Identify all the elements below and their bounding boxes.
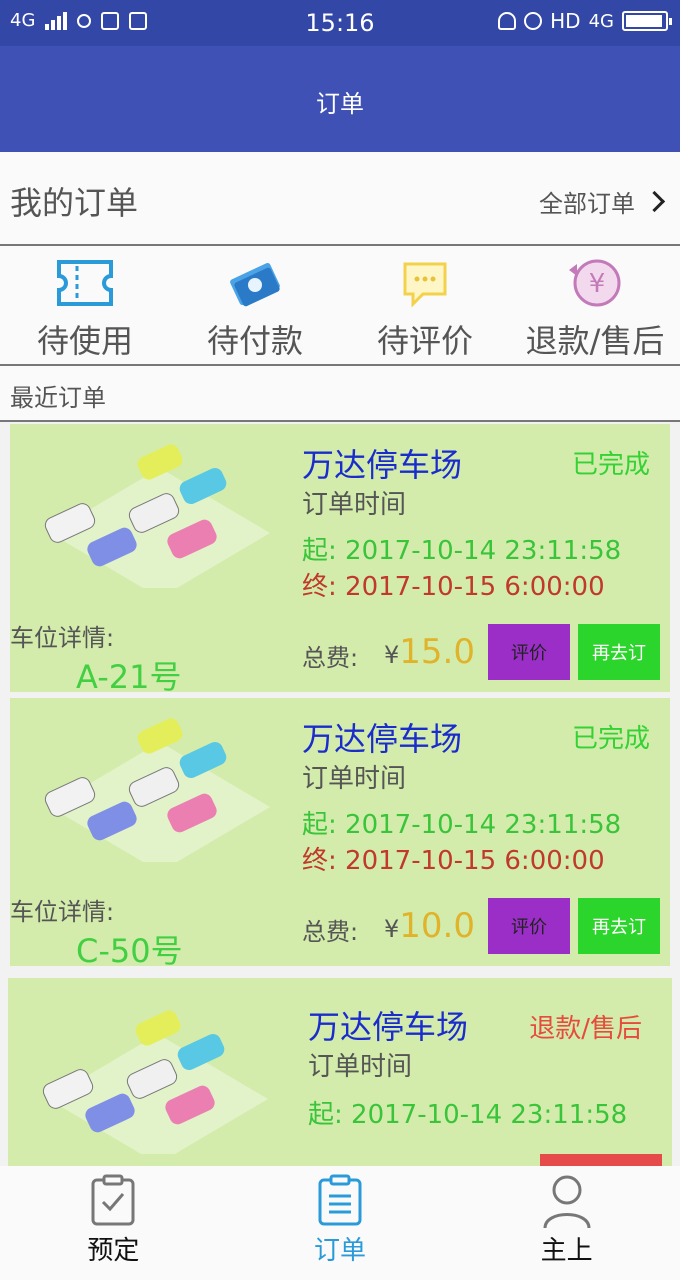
recent-orders-header: 最近订单	[0, 366, 680, 422]
all-orders-link[interactable]: 全部订单	[539, 184, 666, 219]
parking-lot-name: 万达停车场	[302, 446, 463, 484]
refund-button[interactable]	[540, 1154, 662, 1166]
rebook-button[interactable]: 再去订	[578, 898, 660, 954]
bottom-tab-bar: 预定 订单 主上	[0, 1166, 680, 1280]
hd-label: HD	[550, 9, 581, 33]
category-pending-review[interactable]: 待评价	[340, 246, 510, 364]
total-label: 总费:	[302, 918, 359, 946]
all-orders-label: 全部订单	[539, 190, 635, 218]
order-card[interactable]: 万达停车场 已完成 订单时间 起: 2017-10-14 23:11:58 终:…	[10, 698, 670, 970]
tab-booking[interactable]: 预定	[0, 1166, 227, 1280]
category-label: 待使用	[36, 322, 133, 360]
total-value: 15.0	[399, 632, 475, 672]
category-label: 待付款	[206, 322, 303, 360]
tab-label: 预定	[87, 1236, 140, 1266]
rebook-button[interactable]: 再去订	[578, 624, 660, 680]
slot-detail-label: 车位详情:	[10, 624, 115, 652]
rate-button[interactable]: 评价	[488, 898, 570, 954]
end-time: 终: 2017-10-15 6:00:00	[302, 846, 605, 876]
parking-lot-name: 万达停车场	[302, 720, 463, 758]
status-bar: 4G 15:16 HD 4G	[0, 0, 680, 46]
rate-button[interactable]: 评价	[488, 624, 570, 680]
chevron-right-icon	[643, 190, 666, 213]
money-icon	[230, 263, 280, 307]
my-orders-header: 我的订单 全部订单	[0, 152, 680, 246]
currency-symbol: ¥	[384, 915, 400, 943]
battery-level	[626, 15, 663, 27]
tab-label: 订单	[314, 1236, 367, 1266]
start-time: 起: 2017-10-14 23:11:58	[308, 1100, 628, 1130]
end-time: 终: 2017-10-15 6:00:00	[302, 572, 605, 602]
total-amount: ¥15.0	[384, 632, 475, 672]
network-label-right: 4G	[588, 10, 614, 32]
slot-number: A-21号	[76, 658, 182, 696]
total-amount: ¥10.0	[384, 906, 475, 946]
order-card[interactable]: 万达停车场 退款/售后 订单时间 起: 2017-10-14 23:11:58	[8, 978, 672, 1166]
slot-detail-label: 车位详情:	[10, 898, 115, 926]
parking-lot-image	[44, 444, 270, 588]
battery-icon	[622, 11, 672, 31]
app-bar: 订单	[0, 46, 680, 152]
tab-label: 主上	[540, 1236, 593, 1266]
category-pending-use[interactable]: 待使用	[0, 246, 170, 364]
ticket-icon	[57, 260, 113, 306]
order-status: 已完成	[571, 724, 650, 754]
mute-icon	[498, 12, 517, 30]
total-label: 总费:	[302, 644, 359, 672]
order-time-label: 订单时间	[302, 764, 407, 794]
order-status: 已完成	[571, 450, 650, 480]
total-value: 10.0	[399, 906, 475, 946]
category-pending-payment[interactable]: 待付款	[170, 246, 340, 364]
parking-lot-name: 万达停车场	[308, 1008, 469, 1046]
start-time: 起: 2017-10-14 23:11:58	[302, 536, 622, 566]
start-time: 起: 2017-10-14 23:11:58	[302, 810, 622, 840]
order-status: 退款/售后	[529, 1014, 642, 1044]
category-label: 退款/售后	[525, 322, 665, 360]
category-label: 待评价	[376, 322, 473, 360]
category-refund[interactable]: ¥ 退款/售后	[510, 246, 680, 364]
user-icon	[543, 1175, 591, 1228]
parking-lot-image	[44, 718, 270, 862]
order-time-label: 订单时间	[302, 490, 407, 520]
my-orders-title: 我的订单	[10, 184, 139, 222]
comment-icon	[403, 262, 447, 308]
page-title: 订单	[316, 90, 364, 118]
alarm-icon	[524, 12, 543, 30]
tab-orders[interactable]: 订单	[227, 1166, 454, 1280]
clipboard-check-icon	[91, 1174, 135, 1226]
clipboard-list-icon	[318, 1174, 362, 1226]
currency-symbol: ¥	[384, 641, 400, 669]
svg-text:¥: ¥	[589, 269, 606, 299]
recent-orders-label: 最近订单	[10, 384, 106, 412]
refund-yen-icon: ¥	[569, 259, 621, 307]
order-time-label: 订单时间	[308, 1052, 413, 1082]
parking-lot-image	[42, 1010, 268, 1154]
tab-profile[interactable]: 主上	[453, 1166, 680, 1280]
order-categories: 待使用 待付款 待评价 ¥ 退款/售后	[0, 246, 680, 366]
order-card[interactable]: 万达停车场 已完成 订单时间 起: 2017-10-14 23:11:58 终:…	[10, 424, 670, 696]
slot-number: C-50号	[76, 932, 183, 970]
